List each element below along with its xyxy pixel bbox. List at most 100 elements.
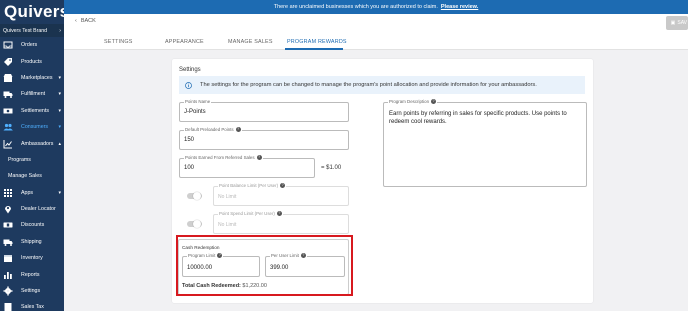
sidebar-item-dealer-locator[interactable]: Dealer Locator [0, 201, 64, 217]
highlight-box [176, 235, 353, 296]
default-points-field[interactable]: Default Preloaded Points ? 150 [179, 127, 349, 150]
truck-icon [3, 89, 13, 99]
sidebar-item-settings[interactable]: Settings [0, 283, 64, 299]
sidebar-item-label: Reports [21, 271, 40, 278]
sidebar-item-orders[interactable]: Orders [0, 37, 64, 53]
chevron-icon: ▾ [58, 74, 61, 81]
sidebar-item-label: Sales Tax [21, 304, 44, 311]
sidebar-subitem-manage-sales[interactable]: Manage Sales [0, 168, 64, 184]
balance-limit-field[interactable]: Point Balance Limit (Per User) ? No Limi… [213, 183, 349, 206]
points-ratio: = $1.00 [321, 165, 342, 171]
help-icon[interactable]: ? [235, 127, 241, 132]
bar-chart-icon [3, 270, 13, 280]
tag-icon [3, 57, 13, 67]
spend-limit-toggle[interactable] [187, 220, 202, 228]
logo-text: Quivers [4, 2, 64, 21]
sidebar-item-fulfillment[interactable]: Fulfillment ▾ [0, 86, 64, 102]
save-button[interactable]: ▣ SAV [666, 16, 688, 30]
sidebar-item-sales-tax[interactable]: Sales Tax [0, 299, 64, 311]
default-points-label: Default Preloaded Points [185, 127, 234, 132]
sidebar-item-reports[interactable]: Reports [0, 266, 64, 282]
sidebar-item-label: Consumers [21, 124, 49, 131]
sidebar-item-label: Orders [21, 42, 38, 49]
back-label: BACK [80, 18, 96, 24]
sidebar-item-label: Inventory [21, 255, 43, 262]
help-icon[interactable]: ? [256, 155, 262, 160]
points-name-field[interactable]: Points Name J-Points [179, 99, 349, 122]
active-tab-indicator [285, 48, 343, 50]
balance-limit-label-wrap: Point Balance Limit (Per User) ? [218, 183, 287, 188]
help-icon[interactable]: ? [280, 183, 286, 188]
chevron-icon: ▾ [58, 91, 61, 98]
grid-icon [3, 188, 13, 198]
sidebar-item-label: Discounts [21, 222, 45, 229]
sidebar-item-marketplaces[interactable]: Marketplaces ▾ [0, 70, 64, 86]
save-label: SAV [677, 20, 687, 26]
info-text: The settings for the program can be chan… [200, 82, 537, 88]
sidebar-subitem-programs[interactable]: Programs [0, 152, 64, 168]
help-icon[interactable]: ? [431, 99, 437, 104]
balance-limit-placeholder: No Limit [218, 194, 237, 200]
toggle-knob [193, 220, 201, 228]
sidebar-item-settlements[interactable]: Settlements ▾ [0, 103, 64, 119]
tax-icon [3, 302, 13, 311]
points-earned-label: Points Earned From Referred Sales [185, 155, 255, 160]
sidebar-item-ambassadors[interactable]: Ambassadors ▴ [0, 135, 64, 151]
default-points-value: 150 [184, 137, 195, 143]
logo[interactable]: Quivers [0, 0, 64, 24]
sidebar-item-label: Fulfillment [21, 91, 46, 98]
tab-manage-sales[interactable]: MANAGE SALES [228, 39, 273, 45]
description-value: Earn points by referring in sales for sp… [389, 111, 567, 125]
tab-appearance[interactable]: APPEARANCE [165, 39, 204, 45]
chevron-icon: ▾ [58, 107, 61, 114]
balance-limit-toggle[interactable] [187, 192, 202, 200]
sidebar-item-products[interactable]: Products [0, 53, 64, 69]
sidebar-item-discounts[interactable]: Discounts [0, 217, 64, 233]
points-name-label: Points Name [184, 99, 212, 104]
back-button[interactable]: ‹ BACK [75, 18, 96, 24]
sidebar-item-apps[interactable]: Apps ▾ [0, 185, 64, 201]
points-earned-value: 100 [184, 165, 195, 171]
page-header: ‹ BACK ▣ SAV [64, 14, 688, 36]
sidebar: Quivers Quivers Test Brand › Orders Produ… [0, 0, 64, 311]
gear-icon [3, 286, 13, 296]
tab-program-rewards[interactable]: PROGRAM REWARDS [287, 39, 347, 45]
claim-banner: There are unclaimed businesses which you… [64, 0, 688, 14]
info-icon [185, 81, 192, 89]
store-icon [3, 73, 13, 83]
sidebar-item-shipping[interactable]: Shipping [0, 234, 64, 250]
inbox-icon [3, 40, 13, 50]
info-banner: The settings for the program can be chan… [179, 76, 585, 94]
spend-limit-label: Point Spend Limit (Per User) [219, 211, 275, 216]
settings-title: Settings [179, 67, 201, 73]
box-icon [3, 253, 13, 263]
sidebar-item-inventory[interactable]: Inventory [0, 250, 64, 266]
spend-limit-field[interactable]: Point Spend Limit (Per User) ? No Limit [213, 211, 349, 234]
chevron-icon: ▾ [58, 189, 61, 196]
help-icon[interactable]: ? [276, 211, 282, 216]
sidebar-item-label: Dealer Locator [21, 206, 56, 213]
sidebar-item-label: Shipping [21, 238, 42, 245]
chart-icon [3, 139, 13, 149]
users-icon [3, 122, 13, 132]
ticket-icon [3, 220, 13, 230]
sidebar-item-label: Settlements [21, 107, 49, 114]
save-icon: ▣ [670, 20, 676, 26]
points-earned-field[interactable]: Points Earned From Referred Sales ? 100 [179, 155, 315, 178]
review-link[interactable]: Please review. [441, 4, 478, 10]
description-label-wrap: Program Description ? [388, 99, 438, 104]
chevron-right-icon: › [59, 27, 61, 34]
brand-switcher[interactable]: Quivers Test Brand › [0, 24, 64, 37]
brand-name: Quivers Test Brand [3, 27, 48, 34]
program-tabs: SETTINGS APPEARANCE MANAGE SALES PROGRAM… [64, 36, 688, 50]
description-label: Program Description [389, 99, 430, 104]
pin-icon [3, 204, 13, 214]
sidebar-item-consumers[interactable]: Consumers ▾ [0, 119, 64, 135]
sidebar-item-label: Products [21, 58, 42, 65]
tab-settings[interactable]: SETTINGS [104, 39, 133, 45]
chevron-icon: ▾ [58, 124, 61, 131]
program-description-field[interactable]: Program Description ? Earn points by ref… [383, 99, 587, 187]
sidebar-item-label: Apps [21, 189, 34, 196]
balance-limit-label: Point Balance Limit (Per User) [219, 183, 279, 188]
points-earned-label-wrap: Points Earned From Referred Sales ? [184, 155, 263, 160]
